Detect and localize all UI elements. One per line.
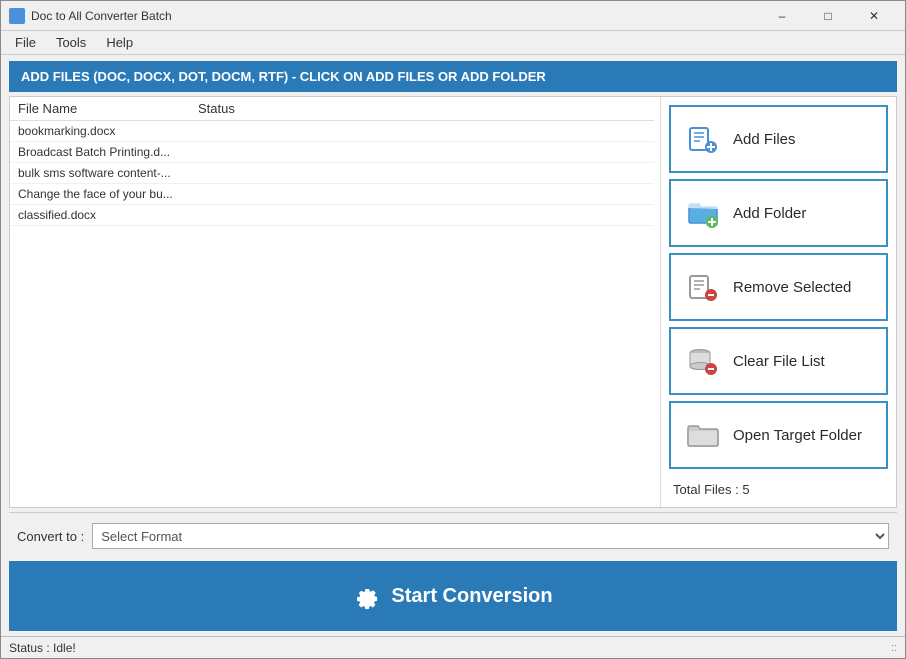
add-files-button[interactable]: Add Files <box>669 105 888 173</box>
open-target-folder-button[interactable]: Open Target Folder <box>669 401 888 469</box>
menu-bar: File Tools Help <box>1 31 905 55</box>
table-row[interactable]: bookmarking.docx <box>10 121 654 142</box>
status-cell <box>198 145 646 159</box>
filename-cell: Change the face of your bu... <box>18 187 198 201</box>
header-banner: ADD FILES (DOC, DOCX, DOT, DOCM, RTF) - … <box>9 61 897 92</box>
content-area: File Name Status bookmarking.docx Broadca… <box>9 96 897 508</box>
menu-file[interactable]: File <box>5 33 46 52</box>
col-status-header: Status <box>198 101 646 116</box>
title-bar: Doc to All Converter Batch – □ ✕ <box>1 1 905 31</box>
status-cell <box>198 166 646 180</box>
table-row[interactable]: Change the face of your bu... <box>10 184 654 205</box>
add-files-icon <box>685 121 721 157</box>
add-folder-label: Add Folder <box>733 205 806 222</box>
minimize-button[interactable]: – <box>759 1 805 31</box>
table-row[interactable]: bulk sms software content-... <box>10 163 654 184</box>
window-title: Doc to All Converter Batch <box>31 9 759 23</box>
start-conversion-label: Start Conversion <box>391 585 552 608</box>
window-controls: – □ ✕ <box>759 1 897 31</box>
remove-selected-button[interactable]: Remove Selected <box>669 253 888 321</box>
status-bar: Status : Idle! :: <box>1 636 905 658</box>
table-row[interactable]: Broadcast Batch Printing.d... <box>10 142 654 163</box>
file-list-panel: File Name Status bookmarking.docx Broadca… <box>10 97 654 507</box>
filename-cell: bookmarking.docx <box>18 124 198 138</box>
inner-content: ADD FILES (DOC, DOCX, DOT, DOCM, RTF) - … <box>1 55 905 636</box>
format-select[interactable]: Select FormatPDFHTMLTXTRTFODTEPUB <box>92 523 889 549</box>
gear-icon <box>353 582 381 610</box>
table-row[interactable]: classified.docx <box>10 205 654 226</box>
app-window: Doc to All Converter Batch – □ ✕ File To… <box>0 0 906 659</box>
status-cell <box>198 124 646 138</box>
open-target-folder-label: Open Target Folder <box>733 427 862 444</box>
start-btn-bar: Start Conversion <box>9 561 897 631</box>
file-rows: bookmarking.docx Broadcast Batch Printing… <box>10 121 654 226</box>
clear-file-list-button[interactable]: Clear File List <box>669 327 888 395</box>
status-cell <box>198 208 646 222</box>
open-target-folder-icon <box>685 417 721 453</box>
add-folder-icon <box>685 195 721 231</box>
status-resize: :: <box>891 642 897 654</box>
filename-cell: bulk sms software content-... <box>18 166 198 180</box>
clear-file-list-label: Clear File List <box>733 353 825 370</box>
close-button[interactable]: ✕ <box>851 1 897 31</box>
menu-tools[interactable]: Tools <box>46 33 96 52</box>
col-filename-header: File Name <box>18 101 198 116</box>
app-icon <box>9 8 25 24</box>
add-files-label: Add Files <box>733 131 796 148</box>
filename-cell: Broadcast Batch Printing.d... <box>18 145 198 159</box>
total-files: Total Files : 5 <box>669 476 888 499</box>
add-folder-button[interactable]: Add Folder <box>669 179 888 247</box>
start-conversion-button[interactable]: Start Conversion <box>17 571 889 621</box>
right-panel: Add Files Add Folder <box>660 97 896 507</box>
status-cell <box>198 187 646 201</box>
clear-file-list-icon <box>685 343 721 379</box>
status-text: Status : Idle! <box>9 641 76 655</box>
file-table-header: File Name Status <box>10 97 654 121</box>
convert-row: Convert to : Select FormatPDFHTMLTXTRTFO… <box>9 512 897 559</box>
convert-to-label: Convert to : <box>17 529 84 544</box>
remove-selected-icon <box>685 269 721 305</box>
remove-selected-label: Remove Selected <box>733 279 851 296</box>
maximize-button[interactable]: □ <box>805 1 851 31</box>
filename-cell: classified.docx <box>18 208 198 222</box>
menu-help[interactable]: Help <box>96 33 143 52</box>
